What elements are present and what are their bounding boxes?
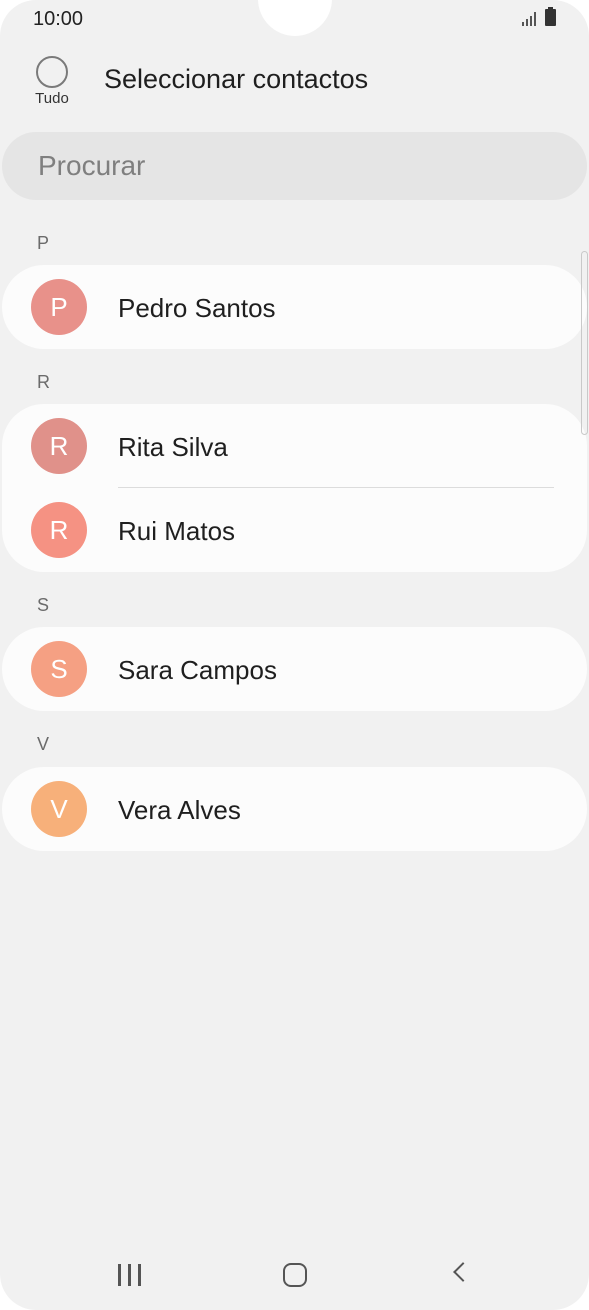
search-bar[interactable]	[2, 132, 587, 200]
circle-checkbox-icon	[36, 56, 68, 88]
scrollbar[interactable]	[581, 251, 588, 435]
select-all-checkbox[interactable]: Tudo	[30, 56, 74, 110]
section-header-s: S	[37, 595, 50, 615]
contact-name: Pedro Santos	[118, 293, 276, 323]
avatar: P	[31, 279, 87, 335]
contact-name: Rita Silva	[118, 432, 228, 462]
section-header-p: P	[37, 233, 50, 253]
contact-item[interactable]: P Pedro Santos	[2, 265, 587, 349]
contact-name: Vera Alves	[118, 795, 241, 825]
avatar: R	[31, 502, 87, 558]
search-input[interactable]	[38, 149, 538, 183]
avatar: R	[31, 418, 87, 474]
select-all-label: Tudo	[35, 90, 69, 107]
home-icon[interactable]	[283, 1263, 307, 1287]
section-header-v: V	[37, 734, 50, 754]
page-title: Seleccionar contactos	[104, 64, 369, 94]
phone-screen: 10:00 Tudo Seleccionar contactos P P Ped…	[0, 0, 589, 1310]
recent-apps-icon[interactable]	[118, 1264, 142, 1286]
battery-icon	[545, 7, 556, 26]
status-bar: 10:00	[0, 0, 589, 40]
contact-name: Sara Campos	[118, 655, 277, 685]
navigation-bar	[0, 1240, 589, 1310]
contact-group-s: S Sara Campos	[2, 627, 587, 711]
contact-group-v: V Vera Alves	[2, 767, 587, 851]
avatar: V	[31, 781, 87, 837]
contact-group-p: P Pedro Santos	[2, 265, 587, 349]
contact-item[interactable]: R Rui Matos	[2, 488, 587, 572]
signal-icon	[522, 12, 538, 26]
contact-item[interactable]: S Sara Campos	[2, 627, 587, 711]
contact-name: Rui Matos	[118, 516, 236, 546]
contact-item[interactable]: V Vera Alves	[2, 767, 587, 851]
contact-group-r: R Rita Silva R Rui Matos	[2, 404, 587, 572]
back-icon[interactable]	[453, 1262, 473, 1282]
section-header-r: R	[37, 372, 50, 392]
status-time: 10:00	[33, 8, 84, 30]
contact-item[interactable]: R Rita Silva	[2, 404, 587, 488]
avatar: S	[31, 641, 87, 697]
